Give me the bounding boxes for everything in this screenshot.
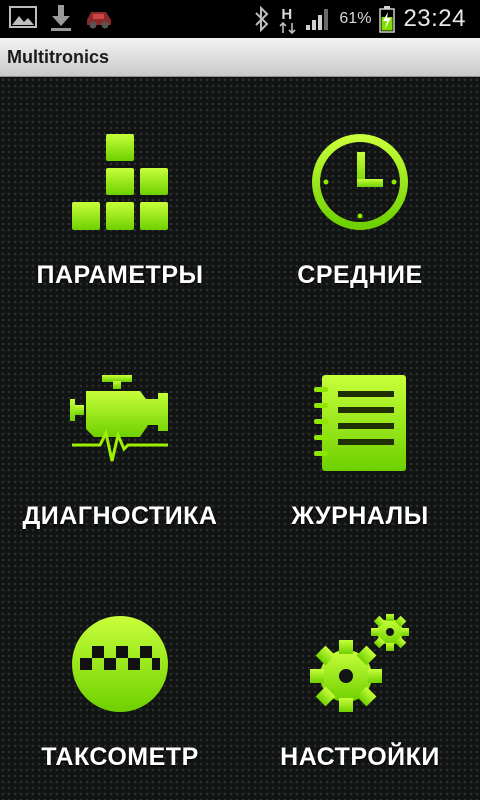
system-indicators: H 61% 23:24 xyxy=(253,0,466,38)
menu-item-label: ТАКСОМЕТР xyxy=(41,743,199,771)
signal-strength-icon xyxy=(306,9,329,30)
menu-item-settings[interactable]: НАСТРОЙКИ xyxy=(240,559,480,800)
battery-percent: 61% xyxy=(339,10,372,27)
network-type-label: H xyxy=(281,6,293,23)
app-title: Multitronics xyxy=(7,47,109,67)
data-arrows-icon xyxy=(279,22,296,34)
menu-item-taximeter[interactable]: ТАКСОМЕТР xyxy=(0,559,240,800)
notebook-icon xyxy=(314,375,406,471)
battery-charging-icon xyxy=(379,6,396,33)
clock-time: 23:24 xyxy=(403,5,466,32)
menu-item-label: НАСТРОЙКИ xyxy=(280,743,440,771)
car-icon xyxy=(87,12,111,29)
gears-icon xyxy=(310,614,409,712)
app-title-bar: Multitronics xyxy=(0,38,480,77)
image-icon xyxy=(9,6,37,28)
menu-item-label: ЖУРНАЛЫ xyxy=(291,502,429,530)
menu-item-averages[interactable]: СРЕДНИЕ xyxy=(240,77,480,318)
status-bar: H 61% 23:24 xyxy=(0,0,480,38)
menu-item-journals[interactable]: ЖУРНАЛЫ xyxy=(240,318,480,559)
menu-item-label: ДИАГНОСТИКА xyxy=(22,502,218,530)
bluetooth-icon xyxy=(255,6,269,32)
main-menu-grid: ПАРАМЕТРЫ СРЕДНИЕ ДИАГНОСТИКА ЖУРНАЛЫ ТА… xyxy=(0,77,480,800)
download-icon xyxy=(51,5,71,31)
taxi-icon xyxy=(72,616,168,712)
network-type-indicator: H xyxy=(279,4,297,34)
notification-icons xyxy=(8,4,114,32)
menu-item-diagnostics[interactable]: ДИАГНОСТИКА xyxy=(0,318,240,559)
menu-item-label: СРЕДНИЕ xyxy=(297,261,423,289)
clock-icon xyxy=(312,134,408,230)
engine-icon xyxy=(70,375,168,462)
bars-icon xyxy=(72,134,168,230)
menu-item-parameters[interactable]: ПАРАМЕТРЫ xyxy=(0,77,240,318)
menu-item-label: ПАРАМЕТРЫ xyxy=(36,261,204,289)
